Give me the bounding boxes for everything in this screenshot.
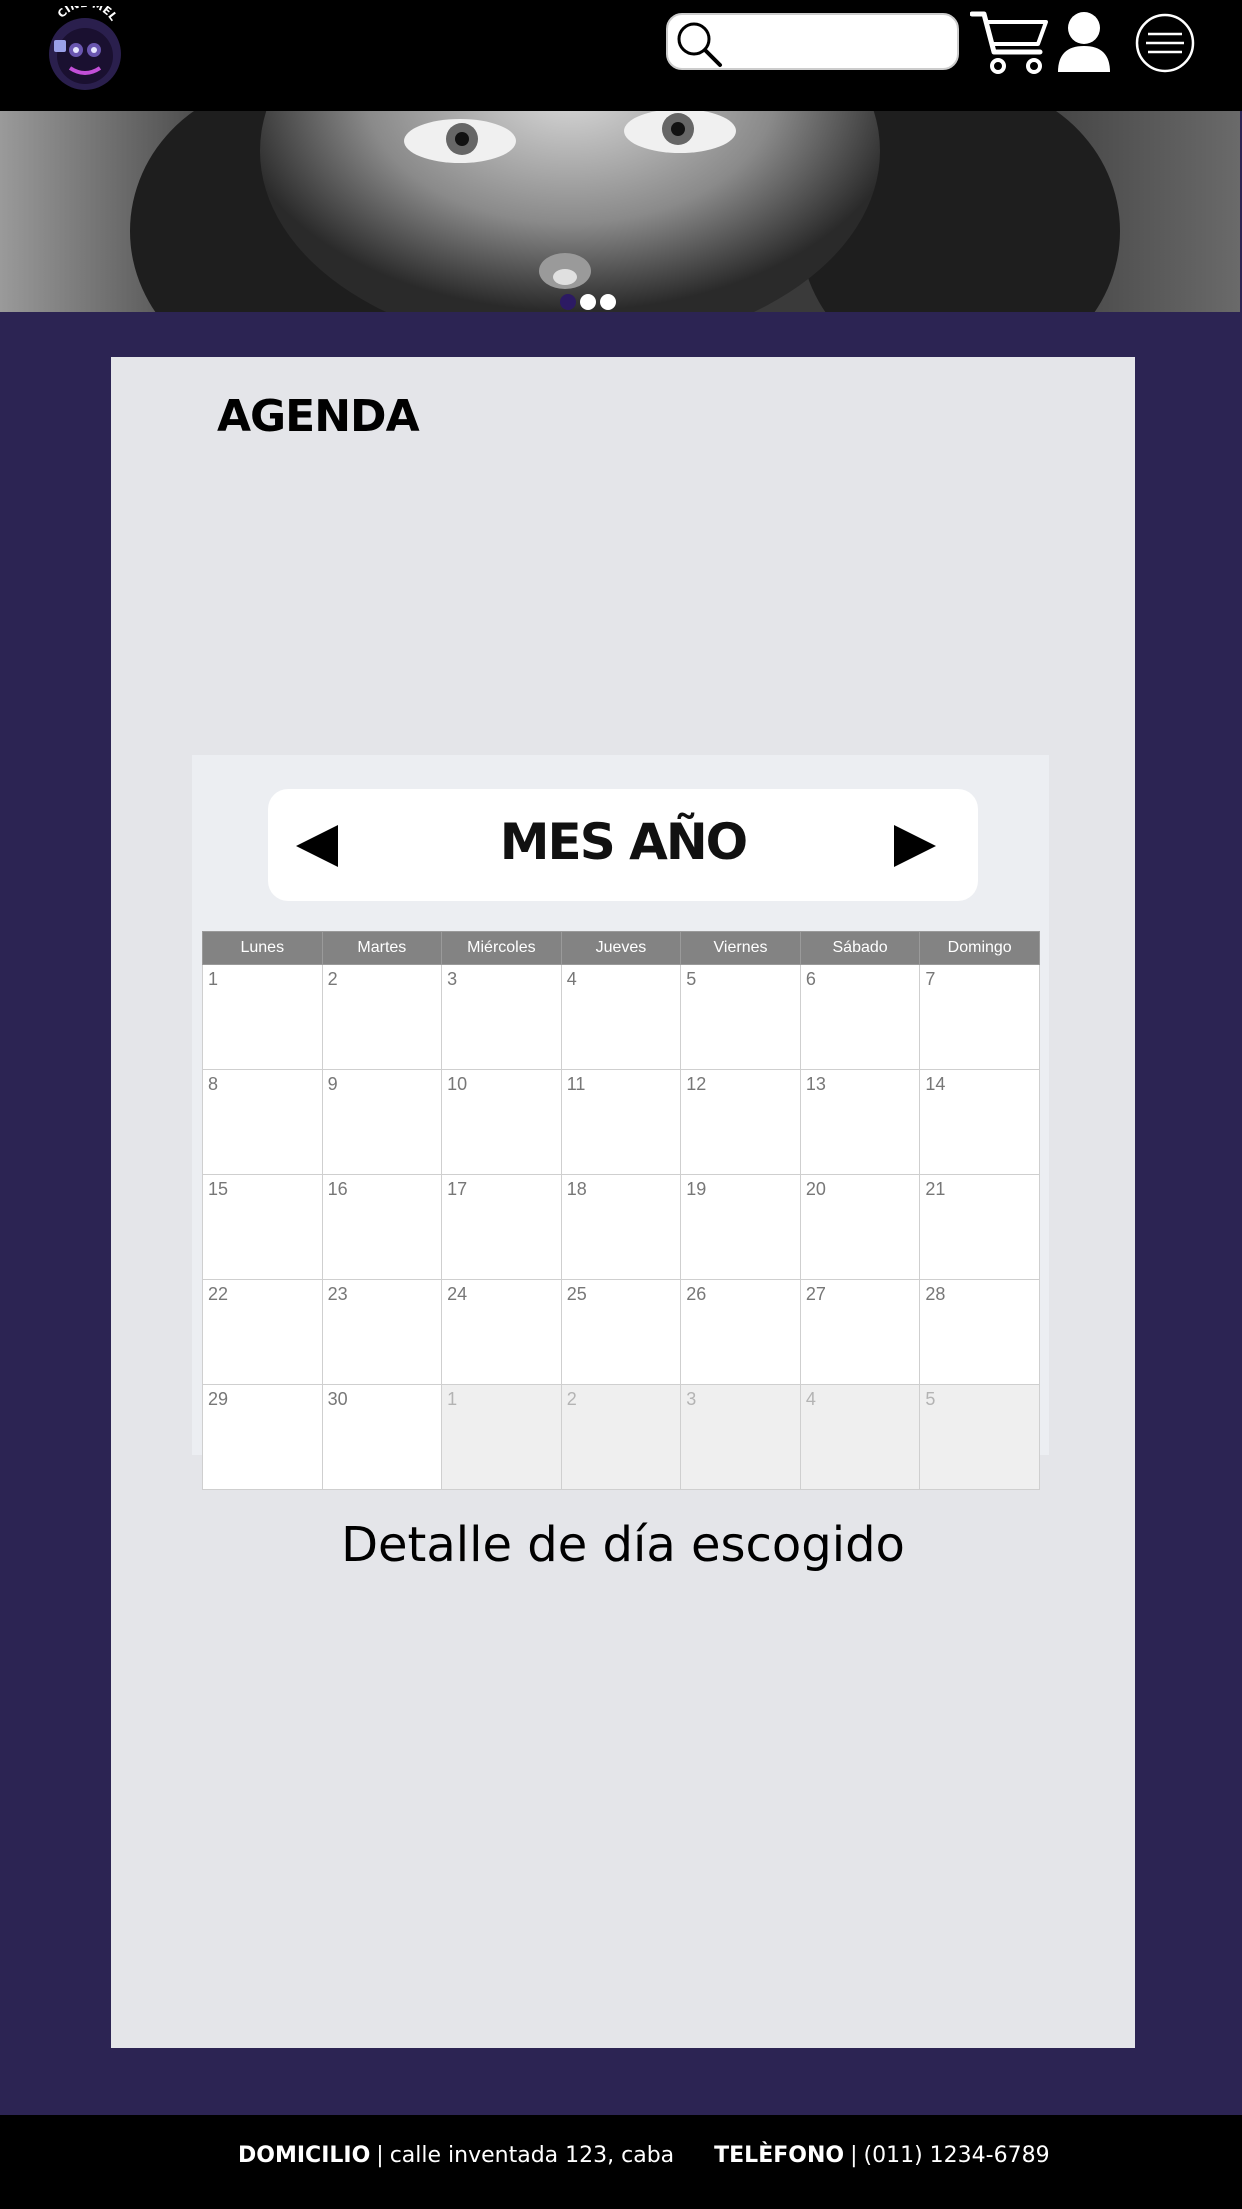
weekday-label: Viernes <box>680 931 801 965</box>
selected-day-detail: Detalle de día escogido <box>341 1517 905 1573</box>
calendar-day-cell[interactable]: 15 <box>202 1174 323 1280</box>
calendar-day-cell-next-month[interactable]: 3 <box>680 1384 801 1490</box>
site-footer: DOMICILIO | calle inventada 123, caba TELÈF… <box>0 2115 1242 2209</box>
page-title: AGENDA <box>217 391 420 442</box>
address-value: calle inventada 123, caba <box>389 2143 675 2168</box>
calendar-day-cell[interactable]: 16 <box>321 1174 443 1280</box>
address-label: DOMICILIO <box>238 2143 371 2168</box>
calendar-day-cell[interactable]: 26 <box>680 1279 801 1385</box>
triangle-right-icon <box>894 825 936 867</box>
calendar: MES AÑO Lunes Martes Miércoles Jueves Vi… <box>192 755 1049 1490</box>
calendar-day-cell[interactable]: 24 <box>441 1279 562 1385</box>
weekday-label: Miércoles <box>441 931 562 965</box>
calendar-day-cell[interactable]: 20 <box>799 1174 921 1280</box>
weekday-label: Lunes <box>202 931 323 965</box>
calendar-day-cell[interactable]: 28 <box>919 1279 1040 1385</box>
calendar-day-cell[interactable]: 2 <box>321 964 443 1070</box>
weekday-label: Martes <box>321 931 443 965</box>
weekday-header-row: Lunes Martes Miércoles Jueves Viernes Sá… <box>202 931 1040 965</box>
calendar-day-cell[interactable]: 18 <box>560 1174 682 1280</box>
calendar-day-cell[interactable]: 12 <box>680 1069 801 1175</box>
calendar-day-cell[interactable]: 21 <box>919 1174 1040 1280</box>
calendar-week-row: 8 9 10 11 12 13 14 <box>202 1069 1040 1175</box>
calendar-day-cell[interactable]: 25 <box>560 1279 682 1385</box>
calendar-day-cell[interactable]: 22 <box>202 1279 323 1385</box>
calendar-day-cell[interactable]: 1 <box>202 964 323 1070</box>
calendar-day-cell-next-month[interactable]: 1 <box>441 1384 562 1490</box>
calendar-day-cell[interactable]: 13 <box>799 1069 921 1175</box>
carousel-indicators <box>560 294 616 312</box>
calendar-week-row: 29 30 1 2 3 4 5 <box>202 1384 1040 1490</box>
cine-melies-logo[interactable]: CINE MELIES <box>36 0 130 96</box>
calendar-day-cell-next-month[interactable]: 4 <box>799 1384 921 1490</box>
agenda-panel: AGENDA MES AÑO Lunes Martes Miércoles Ju… <box>111 357 1135 2048</box>
calendar-week-row: 22 23 24 25 26 27 28 <box>202 1279 1040 1385</box>
carousel-dot-3[interactable] <box>600 294 616 310</box>
weekday-label: Sábado <box>799 931 921 965</box>
separator: | <box>850 2143 858 2168</box>
month-year-label: MES AÑO <box>499 813 748 871</box>
calendar-day-cell[interactable]: 7 <box>919 964 1040 1070</box>
calendar-day-cell[interactable]: 11 <box>560 1069 682 1175</box>
calendar-day-cell[interactable]: 5 <box>680 964 801 1070</box>
carousel-dot-1[interactable] <box>560 294 576 310</box>
weekday-label: Jueves <box>560 931 682 965</box>
next-month-button[interactable] <box>892 823 938 874</box>
weekday-label: Domingo <box>919 931 1040 965</box>
separator: | <box>376 2143 384 2168</box>
calendar-day-cell[interactable]: 17 <box>441 1174 562 1280</box>
site-header: CINE MELIES <box>0 0 1242 111</box>
calendar-day-cell[interactable]: 19 <box>680 1174 801 1280</box>
phone-label: TELÈFONO <box>714 2143 845 2168</box>
calendar-day-cell[interactable]: 9 <box>321 1069 443 1175</box>
menu-icon[interactable] <box>1134 12 1196 79</box>
calendar-day-cell[interactable]: 30 <box>321 1384 443 1490</box>
calendar-day-cell[interactable]: 4 <box>560 964 682 1070</box>
search-box[interactable] <box>666 13 959 70</box>
calendar-grid: Lunes Martes Miércoles Jueves Viernes Sá… <box>202 931 1040 1490</box>
calendar-week-row: 1 2 3 4 5 6 7 <box>202 964 1040 1070</box>
calendar-day-cell[interactable]: 27 <box>799 1279 921 1385</box>
search-icon[interactable] <box>674 19 724 69</box>
calendar-day-cell[interactable]: 23 <box>321 1279 443 1385</box>
calendar-day-cell-next-month[interactable]: 2 <box>560 1384 682 1490</box>
search-input[interactable] <box>728 23 952 63</box>
month-navigator: MES AÑO <box>268 789 978 901</box>
calendar-day-cell[interactable]: 3 <box>441 964 562 1070</box>
carousel-dot-2[interactable] <box>580 294 596 310</box>
hero-banner-image <box>0 111 1240 312</box>
calendar-day-cell-next-month[interactable]: 5 <box>919 1384 1040 1490</box>
calendar-week-row: 15 16 17 18 19 20 21 <box>202 1174 1040 1280</box>
cart-icon[interactable] <box>969 8 1050 81</box>
calendar-day-cell[interactable]: 6 <box>799 964 921 1070</box>
calendar-day-cell[interactable]: 10 <box>441 1069 562 1175</box>
calendar-day-cell[interactable]: 14 <box>919 1069 1040 1175</box>
calendar-day-cell[interactable]: 8 <box>202 1069 323 1175</box>
calendar-day-cell[interactable]: 29 <box>202 1384 323 1490</box>
phone-value: (011) 1234-6789 <box>863 2143 1050 2168</box>
user-icon[interactable] <box>1056 10 1112 79</box>
